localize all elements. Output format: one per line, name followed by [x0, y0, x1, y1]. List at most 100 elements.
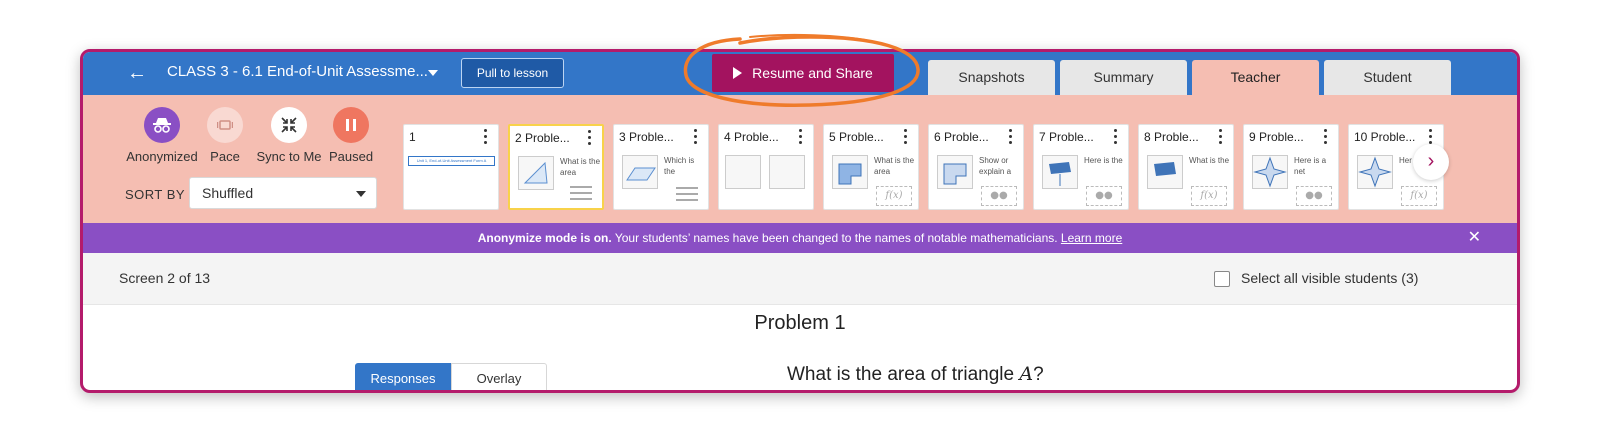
select-all-checkbox[interactable] [1214, 271, 1230, 287]
back-arrow-icon[interactable]: ← [127, 62, 149, 84]
function-icon: f(x) [1191, 186, 1227, 206]
chevron-right-icon: › [1427, 150, 1435, 172]
pause-icon [333, 107, 369, 143]
anonymized-label: Anonymized [126, 149, 198, 164]
paused-control[interactable]: Paused [327, 107, 375, 164]
screen-card-number: 4 Proble... [724, 130, 779, 144]
screen-card-number: 3 Proble... [619, 130, 674, 144]
screen-card-8[interactable]: 8 Proble... What is the f(x) [1138, 124, 1234, 210]
function-icon: f(x) [876, 186, 912, 206]
grid-thumbnail [769, 155, 805, 189]
screen-card-snippet: Show or explain a [979, 156, 1012, 176]
banner-bold-text: Anonymize mode is on. [477, 231, 612, 245]
speech-bubbles-icon: ●● [981, 186, 1017, 206]
play-icon [733, 67, 743, 79]
more-options-icon[interactable] [799, 129, 803, 145]
screen-card-number: 1 [409, 130, 416, 144]
screen-card-number: 9 Proble... [1249, 130, 1304, 144]
net-thumbnail [1252, 155, 1288, 189]
anonymized-control[interactable]: Anonymized [123, 107, 201, 164]
more-options-icon[interactable] [1219, 129, 1223, 145]
chevron-down-icon[interactable] [428, 70, 438, 76]
teacher-toolbar: Anonymized Pace Sync to Me Paused SORT B… [83, 95, 1517, 223]
screen-card-5[interactable]: 5 Proble... What is the area f(x) [823, 124, 919, 210]
sort-select[interactable]: Shuffled [189, 177, 377, 209]
screen-card-snippet: Which is the [664, 156, 695, 176]
grid-thumbnail [725, 155, 761, 189]
sort-by-label: SORT BY [125, 187, 186, 202]
banner-text: Your students’ names have been changed t… [611, 231, 1061, 245]
screen-card-snippet: What is the [1189, 156, 1230, 165]
function-icon: f(x) [1401, 186, 1437, 206]
paused-label: Paused [328, 149, 374, 164]
more-options-icon[interactable] [1324, 129, 1328, 145]
screen-card-number: 2 Proble... [515, 131, 570, 145]
triangle-grid-thumbnail [518, 156, 554, 190]
screen-card-number: 7 Proble... [1039, 130, 1094, 144]
app-frame: ← CLASS 3 - 6.1 End-of-Unit Assessme... … [80, 49, 1520, 393]
next-screens-button[interactable]: › [1413, 144, 1449, 180]
parallelogram-thumbnail [622, 155, 658, 189]
screen-count: Screen 2 of 13 [119, 270, 211, 286]
speech-bubbles-icon: ●● [1086, 186, 1122, 206]
anonymize-banner: Anonymize mode is on. Your students’ nam… [83, 223, 1517, 253]
screen-card-6[interactable]: 6 Proble... Show or explain a ●● [928, 124, 1024, 210]
more-options-icon[interactable] [694, 129, 698, 145]
more-options-icon[interactable] [588, 130, 592, 146]
resume-label: Resume and Share [752, 65, 873, 81]
tab-summary[interactable]: Summary [1060, 60, 1187, 95]
question-prefix: What is the area of triangle [787, 364, 1020, 385]
screen-card-3[interactable]: 3 Proble... Which is the [613, 124, 709, 210]
screen-card-snippet: What is the area [874, 156, 915, 176]
screen-card-number: 6 Proble... [934, 130, 989, 144]
learn-more-link[interactable]: Learn more [1061, 231, 1122, 245]
choice-lines-icon [570, 182, 592, 204]
responses-toggle[interactable]: Responses [355, 363, 451, 390]
more-options-icon[interactable] [1009, 129, 1013, 145]
incognito-icon [144, 107, 180, 143]
screen-card-7[interactable]: 7 Proble... Here is the ●● [1033, 124, 1129, 210]
select-all-label[interactable]: Select all visible students (3) [1241, 270, 1418, 286]
problem-title: Problem 1 [754, 312, 846, 334]
shape-thumbnail [937, 155, 973, 189]
screen-card-snippet: What is the area [560, 157, 601, 177]
screen-status-bar: Screen 2 of 13 Select all visible studen… [83, 253, 1517, 305]
question-text: What is the area of triangle A? [787, 363, 1044, 386]
screen-card-1[interactable]: 1 Unit 1, End-of-Unit Assessment Form A [403, 124, 499, 210]
tab-student[interactable]: Student [1324, 60, 1451, 95]
pull-to-lesson-button[interactable]: Pull to lesson [461, 58, 564, 88]
more-options-icon[interactable] [1429, 129, 1433, 145]
pace-control[interactable]: Pace [201, 107, 249, 164]
screen-card-snippet: Here is a net [1294, 156, 1327, 176]
more-options-icon[interactable] [1114, 129, 1118, 145]
tab-snapshots[interactable]: Snapshots [928, 60, 1055, 95]
overlay-toggle[interactable]: Overlay [451, 363, 547, 390]
choice-lines-icon [676, 183, 698, 205]
close-icon[interactable]: ✕ [1468, 223, 1481, 253]
class-title[interactable]: CLASS 3 - 6.1 End-of-Unit Assessme... [167, 62, 428, 82]
more-options-icon[interactable] [904, 129, 908, 145]
sort-value: Shuffled [202, 185, 254, 201]
collapse-arrows-icon [271, 107, 307, 143]
shape-thumbnail [832, 155, 868, 189]
prism-thumbnail [1042, 155, 1078, 189]
sync-to-me-label: Sync to Me [256, 149, 322, 164]
screen-card-9[interactable]: 9 Proble... Here is a net ●● [1243, 124, 1339, 210]
screen-card-number: 8 Proble... [1144, 130, 1199, 144]
sync-to-me-control[interactable]: Sync to Me [253, 107, 325, 164]
question-suffix: ? [1033, 364, 1044, 385]
screen-thumbnails: 1 Unit 1, End-of-Unit Assessment Form A … [403, 124, 1515, 212]
tab-teacher[interactable]: Teacher [1192, 60, 1319, 95]
prism-thumbnail [1147, 155, 1183, 189]
net-thumbnail [1357, 155, 1393, 189]
screen-card-2[interactable]: 2 Proble... What is the area [508, 124, 604, 210]
chevron-down-icon [356, 191, 366, 197]
screen-card-number: 5 Proble... [829, 130, 884, 144]
more-options-icon[interactable] [484, 129, 488, 145]
question-variable: A [1019, 363, 1034, 385]
screen-card-4[interactable]: 4 Proble... [718, 124, 814, 210]
screen-card-number: 10 Proble... [1354, 130, 1416, 144]
resume-and-share-button[interactable]: Resume and Share [712, 54, 894, 92]
speech-bubbles-icon: ●● [1296, 186, 1332, 206]
pace-icon [207, 107, 243, 143]
